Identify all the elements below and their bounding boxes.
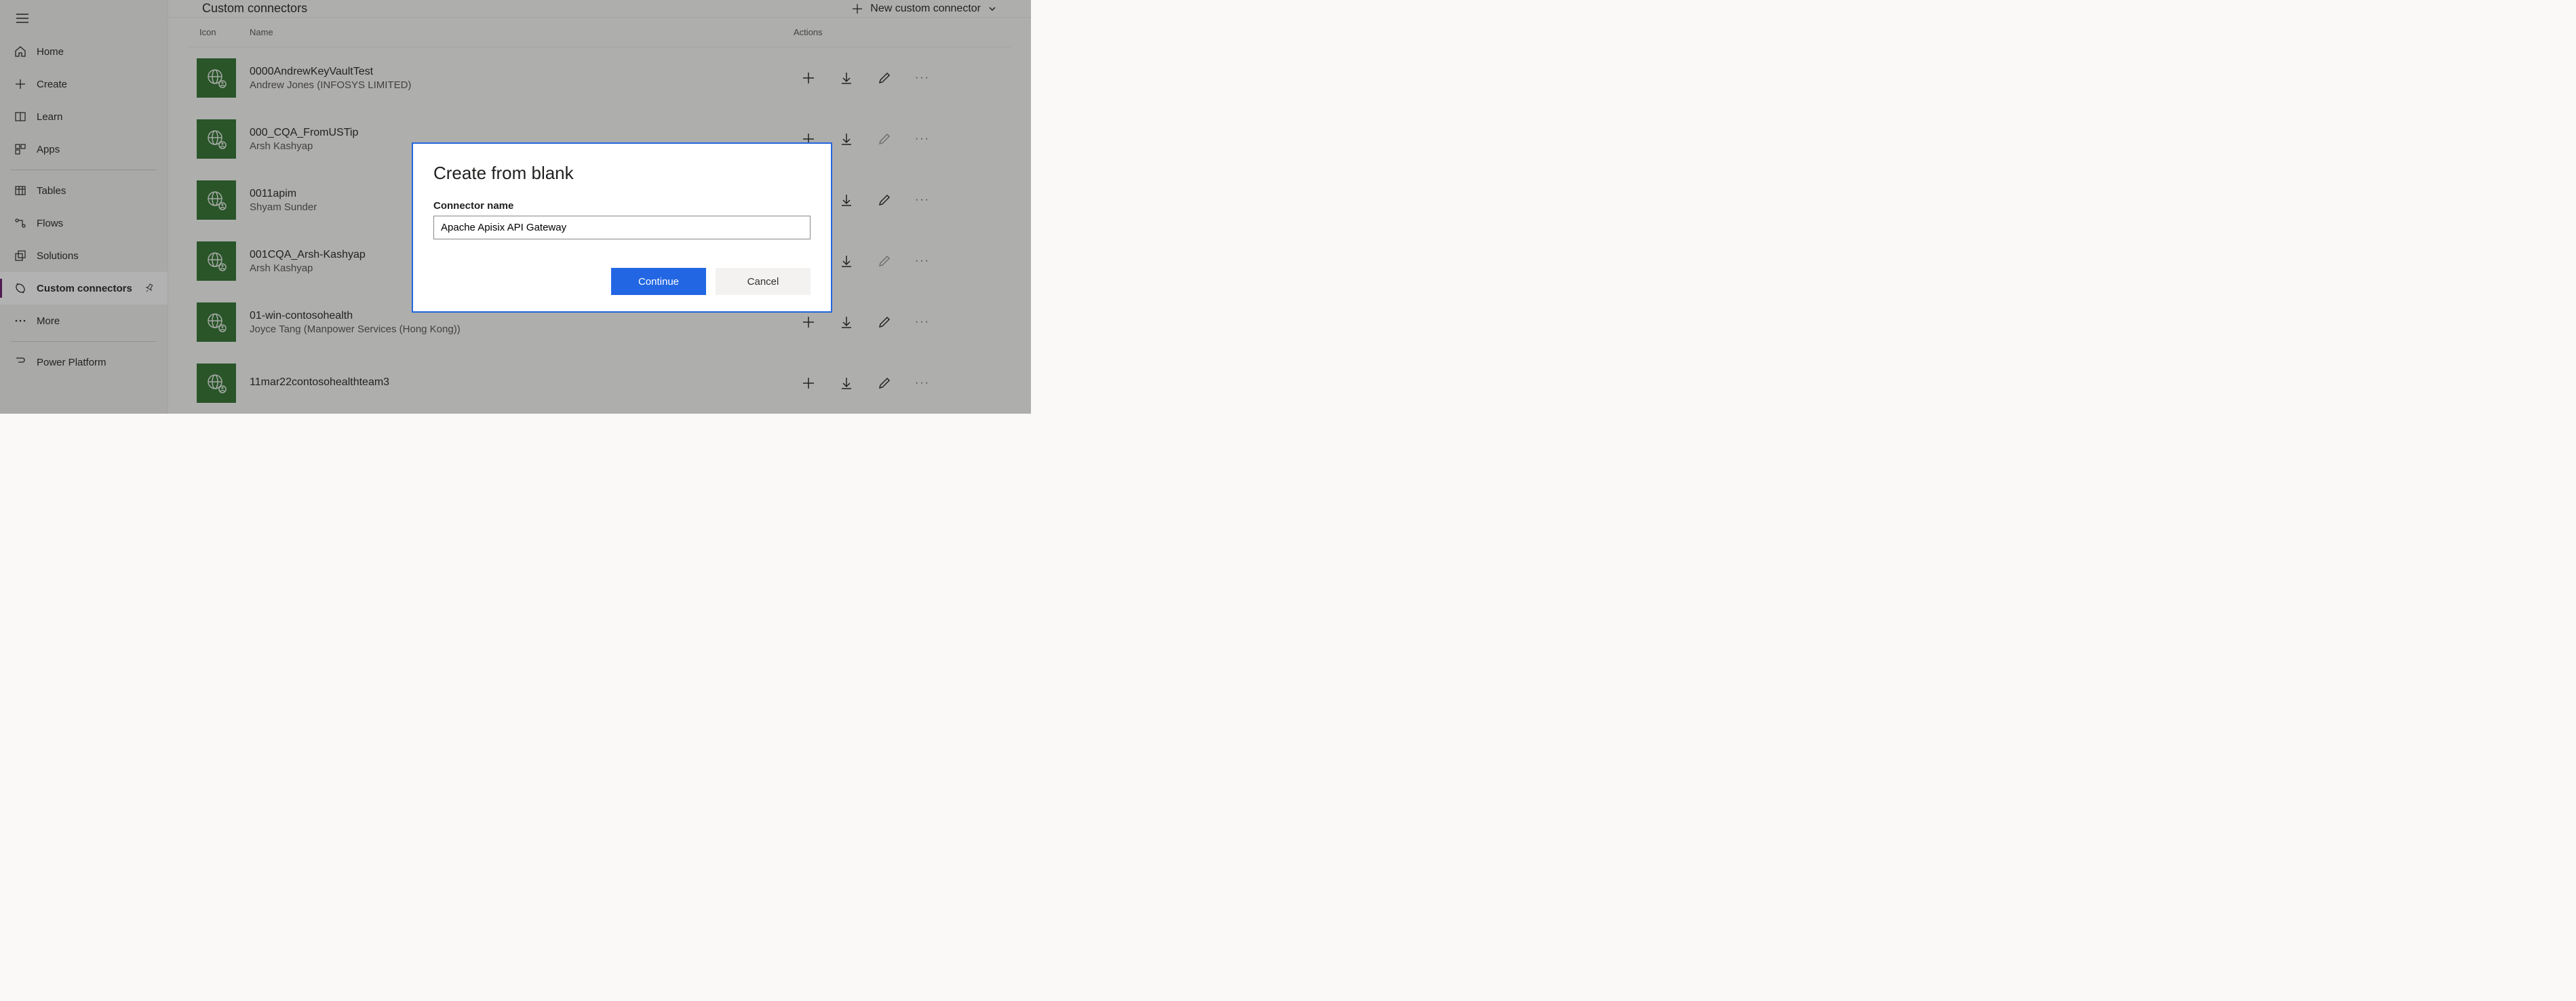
sidebar-item-label: Tables [37,185,154,197]
more-dots-icon: ··· [915,194,930,206]
plus-icon [14,77,27,91]
column-header-actions: Actions [794,27,1011,37]
solutions-icon [14,249,27,262]
more-dots-icon: ··· [915,377,930,389]
home-icon [14,45,27,58]
sidebar-item-power-platform[interactable]: Power Platform [0,346,168,378]
new-custom-connector-button[interactable]: New custom connector [851,3,997,15]
create-from-blank-dialog: Create from blank Connector name Continu… [412,142,832,313]
power-platform-icon [14,355,27,369]
connector-name: 0000AndrewKeyVaultTest [250,66,794,78]
hamburger-menu-button[interactable] [0,5,168,35]
table-row[interactable]: 11mar22contosohealthteam3 ··· [189,353,1011,414]
download-action-button[interactable] [838,131,855,147]
connector-owner: Joyce Tang (Manpower Services (Hong Kong… [250,323,794,335]
connector-globe-icon [197,302,236,342]
more-dots-icon: ··· [915,133,930,145]
flow-icon [14,216,27,230]
edit-action-button[interactable] [876,375,893,391]
sidebar-item-label: Create [37,79,154,90]
sidebar-item-custom-connectors[interactable]: Custom connectors [0,272,168,305]
connector-owner: Andrew Jones (INFOSYS LIMITED) [250,79,794,91]
more-action-button[interactable]: ··· [914,375,931,391]
edit-action-button[interactable] [876,70,893,86]
download-action-button[interactable] [838,70,855,86]
table-header-row: Icon Name Actions [189,18,1011,47]
table-row[interactable]: 0000AndrewKeyVaultTest Andrew Jones (INF… [189,47,1011,109]
sidebar-item-apps[interactable]: Apps [0,133,168,165]
more-action-button[interactable]: ··· [914,314,931,330]
sidebar-item-label: More [37,315,154,327]
sidebar-item-label: Power Platform [37,357,154,368]
more-action-button[interactable]: ··· [914,192,931,208]
continue-button[interactable]: Continue [611,268,706,295]
more-dots-icon: ··· [915,255,930,267]
download-action-button[interactable] [838,192,855,208]
edit-action-button[interactable] [876,314,893,330]
sidebar-item-tables[interactable]: Tables [0,174,168,207]
table-icon [14,184,27,197]
sidebar-item-create[interactable]: Create [0,68,168,100]
edit-action-button[interactable] [876,192,893,208]
add-action-button[interactable] [800,314,817,330]
sidebar-item-more[interactable]: More [0,305,168,337]
plus-icon [851,3,863,15]
download-action-button[interactable] [838,253,855,269]
apps-icon [14,142,27,156]
sidebar-item-flows[interactable]: Flows [0,207,168,239]
connector-globe-icon [197,241,236,281]
new-custom-connector-label: New custom connector [870,3,981,15]
page-header: Custom connectors New custom connector [168,0,1031,18]
edit-action-button[interactable] [876,253,893,269]
edit-action-button[interactable] [876,131,893,147]
cancel-button[interactable]: Cancel [716,268,811,295]
sidebar-item-label: Flows [37,218,154,229]
connector-globe-icon [197,119,236,159]
book-icon [14,110,27,123]
download-action-button[interactable] [838,314,855,330]
connector-name-label: Connector name [433,200,811,212]
sidebar-item-solutions[interactable]: Solutions [0,239,168,272]
sidebar-item-label: Home [37,46,154,58]
more-action-button[interactable]: ··· [914,253,931,269]
more-icon [14,314,27,328]
divider [11,341,157,342]
sidebar-item-label: Custom connectors [37,283,135,294]
sidebar-item-home[interactable]: Home [0,35,168,68]
add-action-button[interactable] [800,375,817,391]
add-action-button[interactable] [800,70,817,86]
download-action-button[interactable] [838,375,855,391]
connector-globe-icon [197,364,236,403]
sidebar-item-label: Apps [37,144,154,155]
dialog-title: Create from blank [433,163,811,184]
column-header-icon: Icon [189,27,250,37]
more-action-button[interactable]: ··· [914,70,931,86]
page-title: Custom connectors [202,1,307,16]
connector-globe-icon [197,58,236,98]
pin-icon[interactable] [144,283,154,293]
connector-name-input[interactable] [433,216,811,239]
sidebar-item-label: Solutions [37,250,154,262]
sidebar: Home Create Learn Apps Tables [0,0,168,414]
more-dots-icon: ··· [915,316,930,328]
hamburger-icon [16,14,151,23]
more-dots-icon: ··· [915,72,930,84]
column-header-name: Name [250,27,794,37]
sidebar-item-label: Learn [37,111,154,123]
chevron-down-icon [988,4,997,14]
connector-name: 11mar22contosohealthteam3 [250,376,794,389]
connector-name: 000_CQA_FromUSTip [250,127,794,139]
connector-icon [14,281,27,295]
connector-globe-icon [197,180,236,220]
more-action-button[interactable]: ··· [914,131,931,147]
sidebar-item-learn[interactable]: Learn [0,100,168,133]
